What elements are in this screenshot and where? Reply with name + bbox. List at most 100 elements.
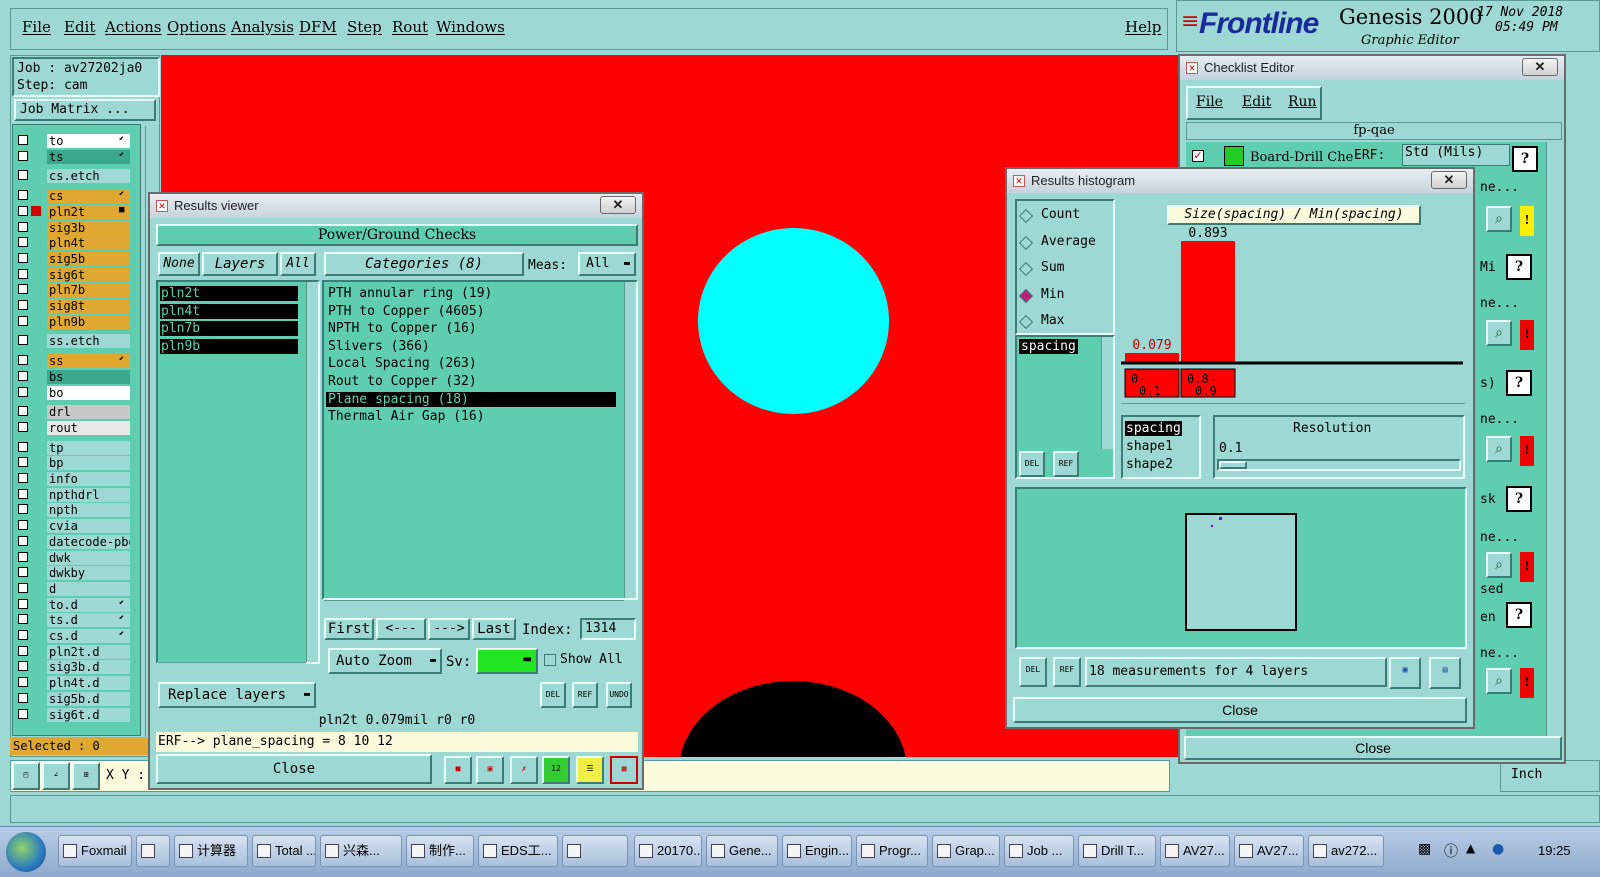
- menu-step[interactable]: Step: [347, 18, 382, 36]
- layer-row[interactable]: cs ⬋: [14, 189, 130, 204]
- menu-analysis[interactable]: Analysis: [231, 18, 294, 36]
- layer-checkbox[interactable]: [18, 630, 28, 640]
- layer-row[interactable]: pln2t.d: [14, 644, 130, 659]
- taskbar-item[interactable]: Engin...: [782, 835, 852, 867]
- layer-name[interactable]: cvia: [47, 519, 130, 534]
- menu-actions[interactable]: Actions: [105, 18, 161, 36]
- layer-row[interactable]: sig5b.d: [14, 691, 130, 706]
- taskbar-item[interactable]: Job ...: [1004, 835, 1074, 867]
- layers-scrollbar[interactable]: [306, 282, 318, 662]
- help-icon[interactable]: ?: [1506, 370, 1532, 396]
- category-item[interactable]: Local Spacing (263): [326, 356, 616, 371]
- taskbar-item[interactable]: av272...: [1308, 835, 1384, 867]
- refresh-icon[interactable]: REF: [1053, 451, 1079, 477]
- attribute-choice[interactable]: shape1: [1125, 439, 1174, 454]
- layer-name[interactable]: ss.etch: [47, 334, 130, 349]
- start-button-icon[interactable]: [6, 832, 46, 872]
- next-button[interactable]: --->: [428, 618, 470, 640]
- last-button[interactable]: Last: [472, 618, 516, 640]
- layer-row[interactable]: pln2t ■: [14, 204, 130, 219]
- layer-row[interactable]: sig6t: [14, 267, 130, 282]
- histogram-close-button[interactable]: Close: [1013, 697, 1467, 723]
- mode-label[interactable]: Average: [1041, 234, 1096, 249]
- sv-color-select[interactable]: ▬: [476, 648, 538, 674]
- layer-checkbox[interactable]: [18, 520, 28, 531]
- delete-icon[interactable]: DEL: [540, 682, 566, 708]
- layer-row[interactable]: sig3b: [14, 220, 130, 235]
- histogram-icon[interactable]: ▩: [610, 756, 638, 784]
- resolution-slider-handle[interactable]: [1219, 461, 1247, 469]
- layer-name[interactable]: tp: [47, 440, 130, 455]
- layer-checkbox[interactable]: [18, 135, 28, 145]
- layer-row[interactable]: pln9b: [14, 314, 130, 329]
- resolution-slider[interactable]: [1217, 459, 1461, 471]
- units-display[interactable]: Inch: [1500, 760, 1600, 792]
- layers-hscrollbar[interactable]: [158, 662, 306, 672]
- layer-row[interactable]: npth: [14, 503, 130, 518]
- zoom-icon[interactable]: ⌕: [1486, 206, 1512, 232]
- layer-name[interactable]: rout: [47, 420, 130, 435]
- layer-name[interactable]: npth: [47, 503, 130, 518]
- job-matrix-button[interactable]: Job Matrix ...: [14, 99, 156, 121]
- layer-checkbox[interactable]: [18, 504, 28, 515]
- layer-name[interactable]: bp: [47, 456, 130, 471]
- refresh-icon[interactable]: REF: [572, 682, 598, 708]
- meas-select[interactable]: All ▬: [578, 252, 636, 276]
- categories-scrollbar[interactable]: [624, 282, 636, 598]
- layer-name[interactable]: cs.etch: [47, 169, 130, 184]
- layer-checkbox[interactable]: [18, 488, 28, 499]
- notes-icon[interactable]: ☰: [576, 756, 604, 784]
- layer-row[interactable]: pln4t: [14, 236, 130, 251]
- report-icon[interactable]: ▣: [476, 756, 504, 784]
- menu-edit[interactable]: Edit: [64, 18, 95, 36]
- layer-row[interactable]: to ⬋: [14, 134, 130, 148]
- snap-icon[interactable]: ∠: [42, 762, 70, 790]
- layer-row[interactable]: ss ⬋: [14, 354, 130, 369]
- zoom-select[interactable]: Auto Zoom ▬: [328, 648, 442, 674]
- layer-name[interactable]: dwkby: [47, 566, 130, 581]
- layer-name[interactable]: sig5b.d: [47, 691, 130, 706]
- layer-checkbox[interactable]: [18, 190, 28, 201]
- taskbar-item[interactable]: EDS工...: [478, 835, 558, 867]
- layer-name[interactable]: sig8t: [47, 299, 130, 313]
- layer-checkbox[interactable]: [18, 567, 28, 578]
- attribute-selected[interactable]: spacing: [1019, 339, 1078, 354]
- taskbar-item[interactable]: Progr...: [856, 835, 928, 867]
- taskbar-item[interactable]: Grap...: [932, 835, 1000, 867]
- layer-checkbox[interactable]: [18, 441, 28, 452]
- zoom-icon[interactable]: ⌕: [1486, 552, 1512, 578]
- delete-icon[interactable]: DEL: [1019, 657, 1047, 687]
- measure-icon[interactable]: ◰: [12, 762, 40, 790]
- help-icon[interactable]: ?: [1506, 486, 1532, 512]
- first-button[interactable]: First: [324, 618, 374, 640]
- taskbar-item[interactable]: 兴森...: [320, 835, 402, 867]
- layer-row[interactable]: info: [14, 472, 130, 486]
- layer-name[interactable]: pln2t: [47, 204, 130, 219]
- prev-button[interactable]: <---: [376, 618, 426, 640]
- layer-name[interactable]: pln4t: [47, 236, 130, 251]
- help-icon[interactable]: ?: [1506, 254, 1532, 280]
- layer-name[interactable]: to.d: [47, 597, 130, 612]
- layer-row[interactable]: rout: [14, 420, 130, 435]
- index-input[interactable]: 1314: [580, 618, 636, 640]
- category-item[interactable]: PTH to Copper (4605): [326, 304, 616, 319]
- category-item[interactable]: NPTH to Copper (16): [326, 321, 616, 336]
- category-item[interactable]: Rout to Copper (32): [326, 374, 616, 389]
- layer-row[interactable]: bs: [14, 369, 130, 384]
- refresh-icon[interactable]: REF: [1053, 657, 1081, 687]
- layer-name[interactable]: datecode-pbo: [47, 534, 130, 549]
- taskbar-item[interactable]: Drill T...: [1078, 835, 1156, 867]
- layer-name[interactable]: d: [47, 581, 130, 596]
- check-row-name[interactable]: Board-Drill Che: [1250, 150, 1353, 165]
- layer-checkbox[interactable]: [18, 355, 28, 366]
- checklist-close-button[interactable]: Close: [1184, 736, 1562, 760]
- layer-row[interactable]: sig8t: [14, 299, 130, 313]
- histogram-bar[interactable]: [1181, 241, 1235, 363]
- layer-checkbox[interactable]: [18, 551, 28, 562]
- taskbar-item[interactable]: 计算器: [174, 835, 248, 867]
- layer-row[interactable]: cs.etch: [14, 169, 130, 184]
- checklist-scrollbar[interactable]: [1546, 142, 1558, 742]
- erf-icon[interactable]: ✗: [510, 756, 538, 784]
- delete-icon[interactable]: DEL: [1019, 451, 1045, 477]
- none-button[interactable]: None: [158, 252, 200, 276]
